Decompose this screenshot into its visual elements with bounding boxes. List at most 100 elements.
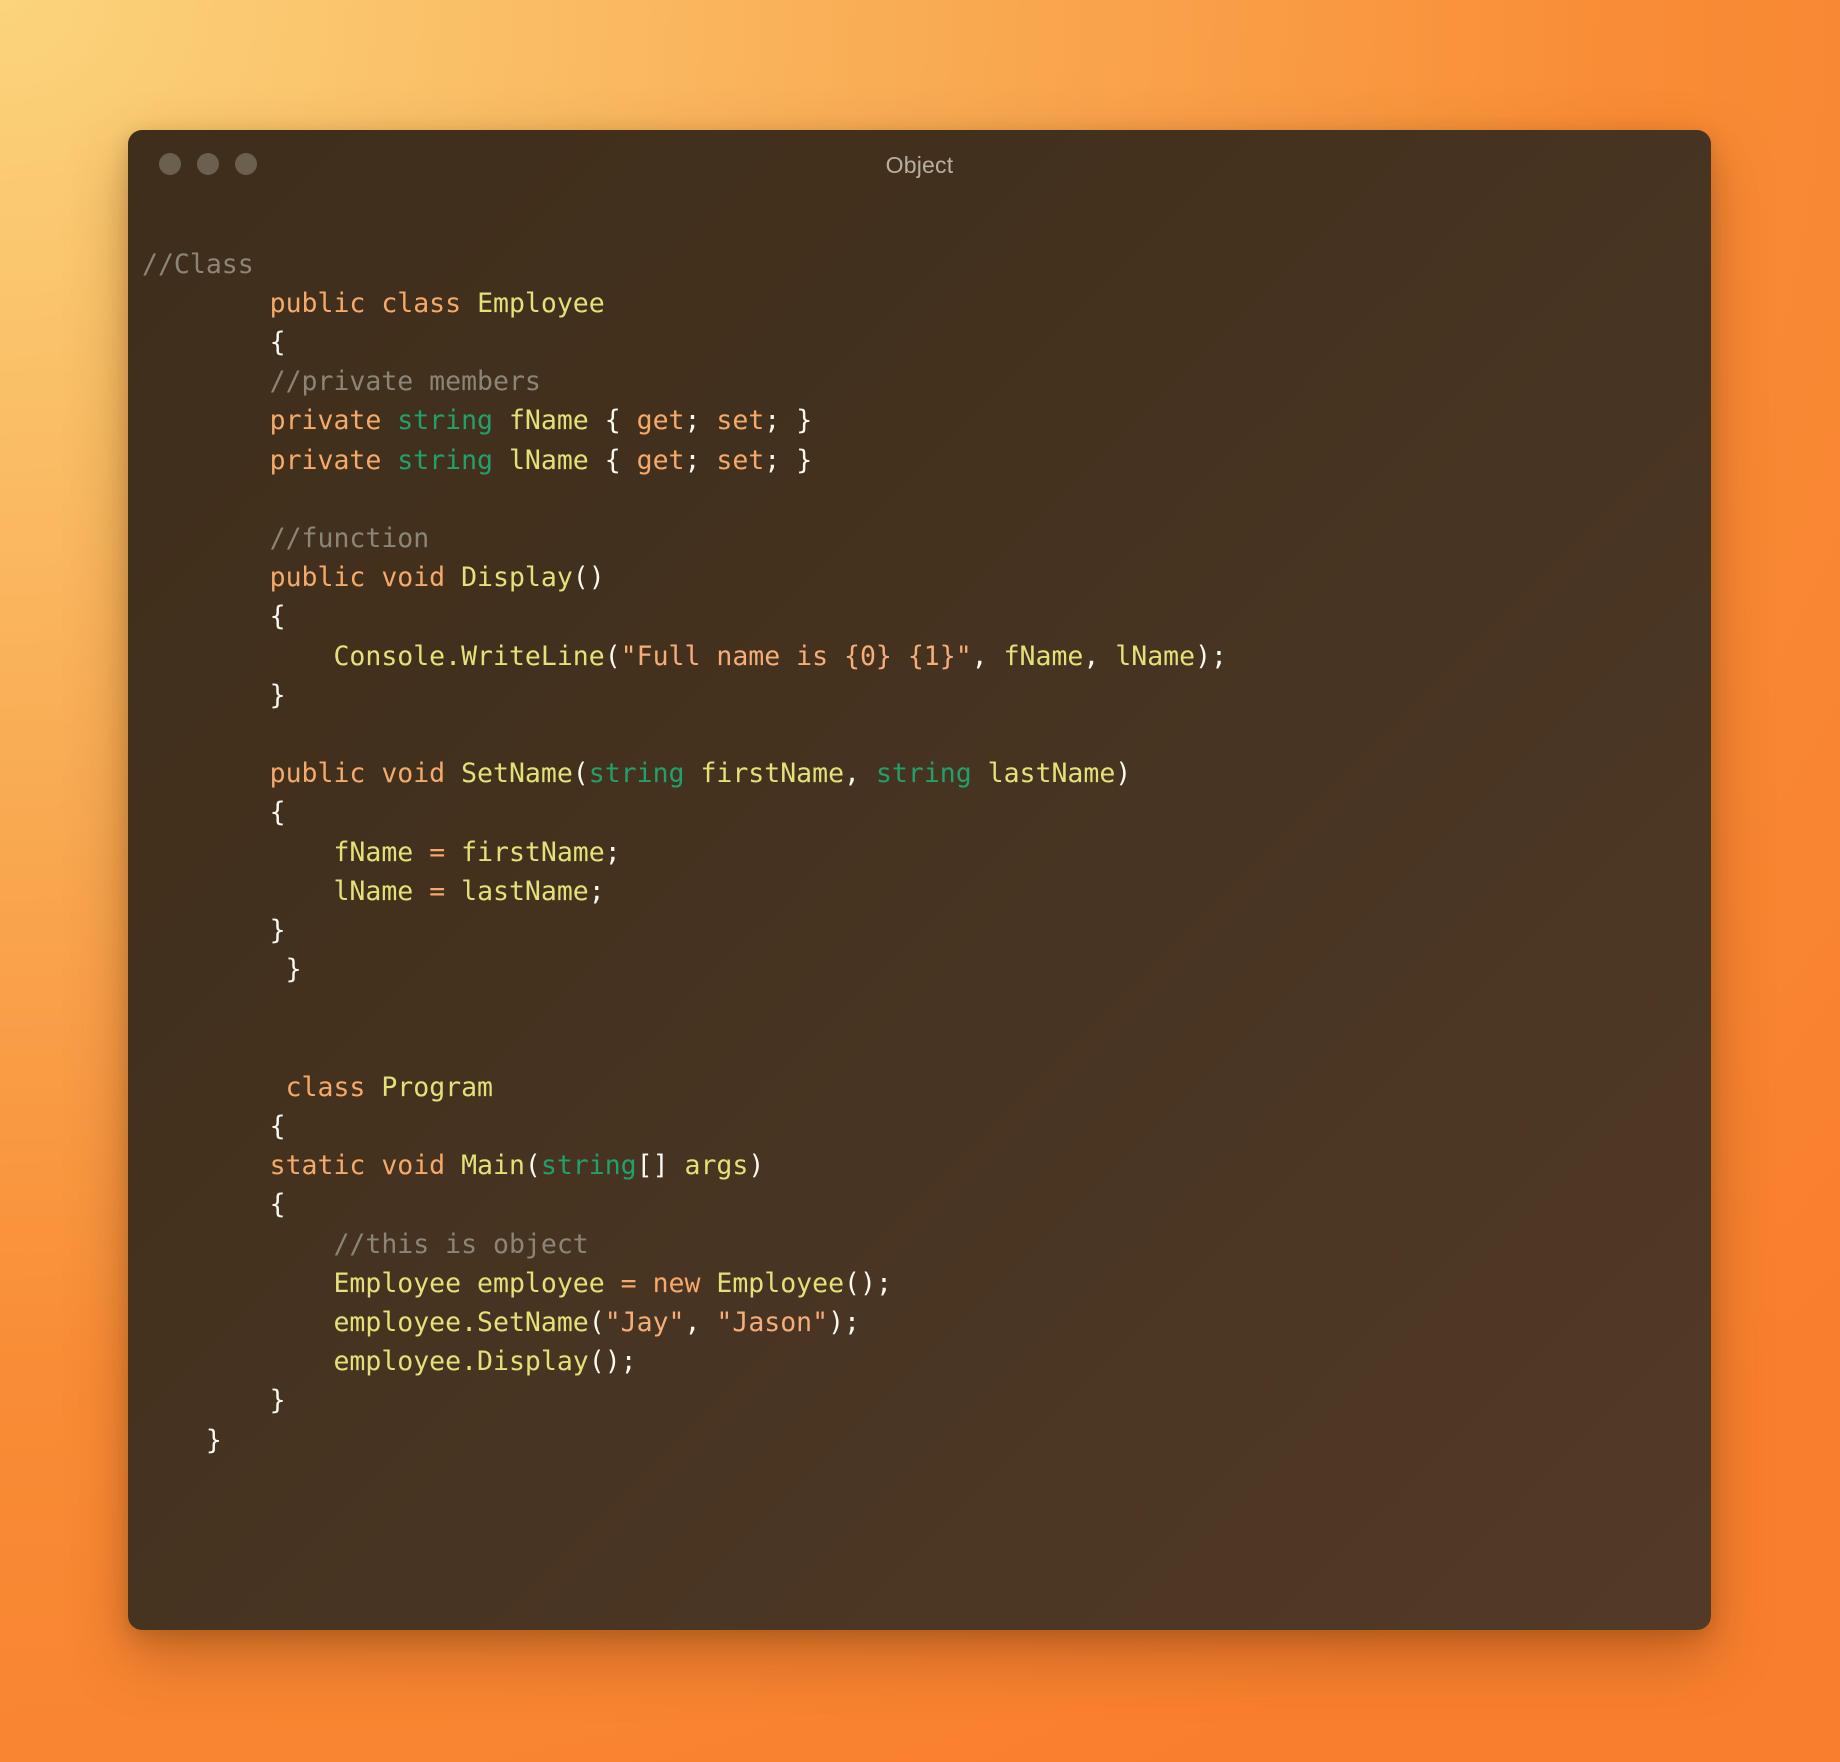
code-token-punct: , [844,758,876,790]
code-token-punct: } [205,1424,222,1456]
code-line: Employee employee = new Employee(); [142,1264,1711,1303]
code-token-punct: ( [604,640,621,672]
code-token-punct: { [269,326,286,358]
code-token-ident: Employee employee [333,1267,621,1299]
code-token-punct: ; } [764,444,813,476]
code-token-ident: fName [333,836,430,868]
code-line: //private members [142,362,1711,401]
window-title: Object [885,152,954,178]
code-line: public void Display() [142,558,1711,597]
code-token-type: string [397,405,494,437]
code-token-ident: fName [493,405,605,437]
code-token-keyword: private [269,405,398,437]
code-token-comment: //function [269,522,430,554]
code-token-string: "Full name is {0} {1}" [620,640,972,672]
code-line: } [142,676,1711,715]
code-line: private string fName { get; set; } [142,401,1711,440]
code-line: { [142,1185,1711,1224]
code-token-keyword: private [269,444,398,476]
code-token-punct: ); [828,1306,861,1338]
code-line: class Program [142,1068,1711,1107]
code-line: { [142,323,1711,362]
code-token-keyword: get [636,405,685,437]
code-token-ident: Employee [477,287,605,319]
code-token-punct: ( [524,1150,541,1182]
code-token-string: "Jason" [716,1306,829,1338]
code-line: //this is object [142,1225,1711,1264]
code-token-comment: //private members [269,366,541,398]
code-token-ident: employee.Display [333,1346,589,1378]
code-line: employee.Display(); [142,1342,1711,1381]
code-token-keyword: public void [269,758,462,790]
code-line: employee.SetName("Jay", "Jason"); [142,1303,1711,1342]
code-token-op: = [429,836,446,868]
code-token-keyword: public void [269,562,462,594]
code-token-punct: , [1083,640,1116,672]
code-line: { [142,1107,1711,1146]
code-token-ident: lName [1115,640,1196,672]
code-line: { [142,597,1711,636]
window-titlebar[interactable]: Object [128,130,1711,192]
code-token-ident: SetName [461,758,573,790]
code-token-ident: Display [461,562,573,594]
code-token-comment: //this is object [333,1228,589,1260]
code-token-punct: } [269,1385,286,1417]
code-token-type: string [588,758,685,790]
code-token-punct: { [269,797,286,829]
code-token-type: string [540,1150,637,1182]
code-token-ident: Program [381,1071,494,1103]
code-token-keyword: set [716,405,765,437]
code-line: public void SetName(string firstName, st… [142,754,1711,793]
code-token-ident: args [668,1150,749,1182]
code-token-punct: ; } [764,405,813,437]
code-line: } [142,1381,1711,1420]
code-token-ident: firstName [445,836,605,868]
code-token-ident: fName [1003,640,1084,672]
code-line: } [142,1421,1711,1460]
code-editor-content[interactable]: //Class public class Employee { //privat… [128,219,1711,1604]
code-token-keyword: public class [269,287,478,319]
code-line: private string lName { get; set; } [142,441,1711,480]
code-token-punct: { [269,1189,286,1221]
code-token-punct: [] [636,1150,669,1182]
code-token-keyword: set [716,444,765,476]
code-token-punct: ) [1115,758,1132,790]
code-token-punct: } [269,914,286,946]
code-token-punct: ; [604,836,621,868]
code-token-ident: lastName [445,875,589,907]
code-line: { [142,793,1711,832]
code-token-keyword: class [285,1071,382,1103]
code-line: lName = lastName; [142,872,1711,911]
code-token-keyword: static void [269,1150,462,1182]
code-token-ident: employee.SetName [333,1306,589,1338]
code-token-punct: , [684,1306,717,1338]
code-line: Console.WriteLine("Full name is {0} {1}"… [142,637,1711,676]
code-token-punct: ( [572,758,589,790]
code-line: } [142,950,1711,989]
code-window: Object //Class public class Employee { /… [128,130,1711,1630]
code-line: } [142,911,1711,950]
code-token-punct: { [604,444,637,476]
code-token-op: = [620,1267,637,1299]
code-token-punct: , [971,640,1004,672]
